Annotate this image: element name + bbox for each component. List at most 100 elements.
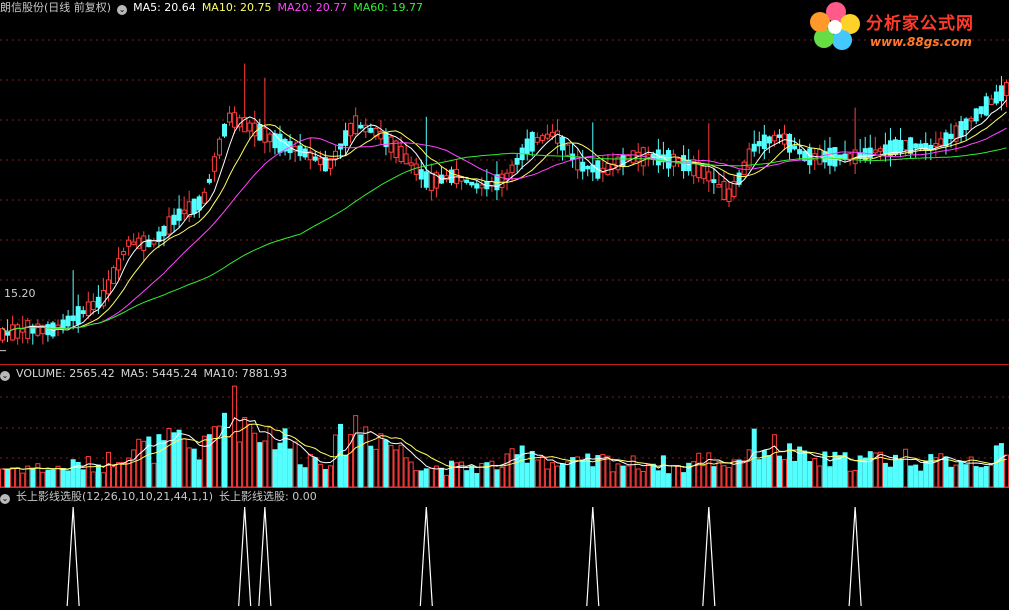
volume-panel-header: ⌄ VOLUME: 2565.42 MA5: 5445.24 MA10: 7881.9… bbox=[0, 367, 299, 381]
volume-bar-up bbox=[262, 440, 268, 488]
candle-up bbox=[232, 112, 238, 128]
volume-bar-up bbox=[363, 426, 369, 488]
candle-up bbox=[116, 258, 122, 271]
volume-bar-down bbox=[958, 460, 964, 488]
volume-bar-up bbox=[85, 456, 91, 488]
volume-bar-up bbox=[15, 467, 21, 488]
volume-bar-up bbox=[252, 432, 258, 488]
volume-label-0: VOLUME: 2565.42 bbox=[16, 367, 115, 380]
volume-bar-down bbox=[191, 448, 197, 488]
volume-bar-down bbox=[993, 445, 999, 488]
candle-down bbox=[45, 324, 51, 336]
volume-bar-up bbox=[721, 465, 727, 488]
candle-down bbox=[423, 171, 429, 188]
settings-icon[interactable]: ⌄ bbox=[117, 5, 128, 15]
candle-up bbox=[968, 117, 974, 122]
candle-up bbox=[211, 156, 217, 172]
volume-bar-up bbox=[812, 458, 818, 488]
volume-bar-up bbox=[136, 438, 142, 488]
settings-icon[interactable]: ⌄ bbox=[0, 371, 10, 381]
volume-bar-down bbox=[792, 460, 798, 488]
candlestick-chart[interactable] bbox=[0, 0, 1009, 607]
volume-bar-down bbox=[60, 468, 66, 488]
candle-down bbox=[882, 144, 888, 154]
volume-bar-up bbox=[307, 453, 313, 488]
candle-up bbox=[121, 250, 127, 256]
settings-icon[interactable]: ⌄ bbox=[0, 494, 10, 504]
volume-label-1: MA5: 5445.24 bbox=[120, 367, 198, 380]
volume-bar-down bbox=[464, 470, 470, 488]
volume-bar-down bbox=[469, 465, 475, 488]
volume-bar-up bbox=[676, 465, 682, 488]
price-axis-low-label: 15.20 bbox=[4, 287, 42, 301]
volume-bar-up bbox=[539, 456, 545, 488]
signal-spike bbox=[258, 506, 272, 607]
chart-grid bbox=[0, 39, 1009, 488]
candle-up bbox=[539, 135, 545, 141]
candle-up bbox=[408, 162, 414, 166]
volume-bar-up bbox=[20, 472, 26, 488]
candle-up bbox=[428, 172, 434, 191]
volume-bar-down bbox=[998, 443, 1004, 488]
volume-bar-down bbox=[343, 454, 349, 488]
volume-bar-down bbox=[277, 442, 283, 488]
volume-bar-down bbox=[176, 429, 182, 488]
candle-up bbox=[933, 143, 939, 147]
volume-bar-down bbox=[287, 448, 293, 488]
signal-spike bbox=[66, 506, 80, 607]
candle-down bbox=[514, 157, 520, 165]
logo-url[interactable]: www.88gs.com bbox=[870, 35, 972, 49]
volume-bar-up bbox=[55, 465, 61, 488]
volume-bar-down bbox=[206, 434, 212, 488]
volume-bar-down bbox=[832, 451, 838, 488]
volume-bar-down bbox=[474, 473, 480, 488]
candle-up bbox=[10, 324, 16, 341]
candle-down bbox=[963, 118, 969, 131]
indicator-panel-header: ⌄ 长上影线选股(12,26,10,10,21,44,1,1) 长上影线选股: 0.… bbox=[0, 490, 323, 504]
volume-bar-up bbox=[610, 471, 616, 488]
candle-down bbox=[191, 198, 197, 214]
candle-down bbox=[529, 132, 535, 152]
volume-bar-down bbox=[529, 450, 535, 488]
volume-bar-down bbox=[983, 466, 989, 488]
volume-bar-up bbox=[151, 462, 157, 488]
volume-bar-up bbox=[121, 461, 127, 488]
logo-text[interactable]: 分析家公式网 bbox=[866, 9, 974, 34]
volume-label-2: MA10: 7881.93 bbox=[203, 367, 288, 380]
candle-up bbox=[781, 133, 787, 145]
stock-title[interactable]: 朗信股份(日线 前复权) bbox=[0, 1, 111, 14]
volume-ma5-line bbox=[2, 417, 1007, 471]
candle-down bbox=[469, 181, 475, 186]
volume-bar-down bbox=[418, 470, 424, 488]
candle-down bbox=[913, 143, 919, 149]
candle-down bbox=[464, 179, 470, 183]
volume-bar-up bbox=[645, 463, 651, 488]
candle-up bbox=[15, 324, 21, 339]
volume-bar-down bbox=[5, 468, 11, 488]
candle-down bbox=[585, 165, 591, 170]
volume-bar-down bbox=[776, 455, 782, 488]
volume-bar-up bbox=[716, 460, 722, 488]
candle-up bbox=[534, 137, 540, 143]
volume-bar-down bbox=[50, 469, 56, 488]
candle-up bbox=[1003, 82, 1009, 97]
candle-down bbox=[827, 147, 833, 166]
candle-up bbox=[605, 163, 611, 176]
volume-bar-down bbox=[222, 412, 228, 488]
candle-down bbox=[978, 106, 984, 115]
volume-bar-up bbox=[988, 464, 994, 488]
candle-up bbox=[85, 301, 91, 317]
volume-bar-down bbox=[383, 439, 389, 488]
candle-up bbox=[353, 115, 359, 135]
candle-up bbox=[90, 300, 96, 311]
candle-up bbox=[332, 150, 338, 160]
indicator-name[interactable]: 长上影线选股(12,26,10,10,21,44,1,1) bbox=[16, 490, 213, 503]
volume-bar-down bbox=[943, 456, 949, 488]
candle-down bbox=[75, 306, 81, 325]
volume-bar-down bbox=[156, 434, 162, 488]
volume-bar-down bbox=[302, 467, 308, 488]
candle-down bbox=[171, 214, 177, 225]
candle-down bbox=[524, 138, 530, 155]
chart-stage: 朗信股份(日线 前复权) ⌄ MA5: 20.64 MA10: 20.75 MA20: … bbox=[0, 0, 1009, 607]
candle-up bbox=[201, 191, 207, 204]
